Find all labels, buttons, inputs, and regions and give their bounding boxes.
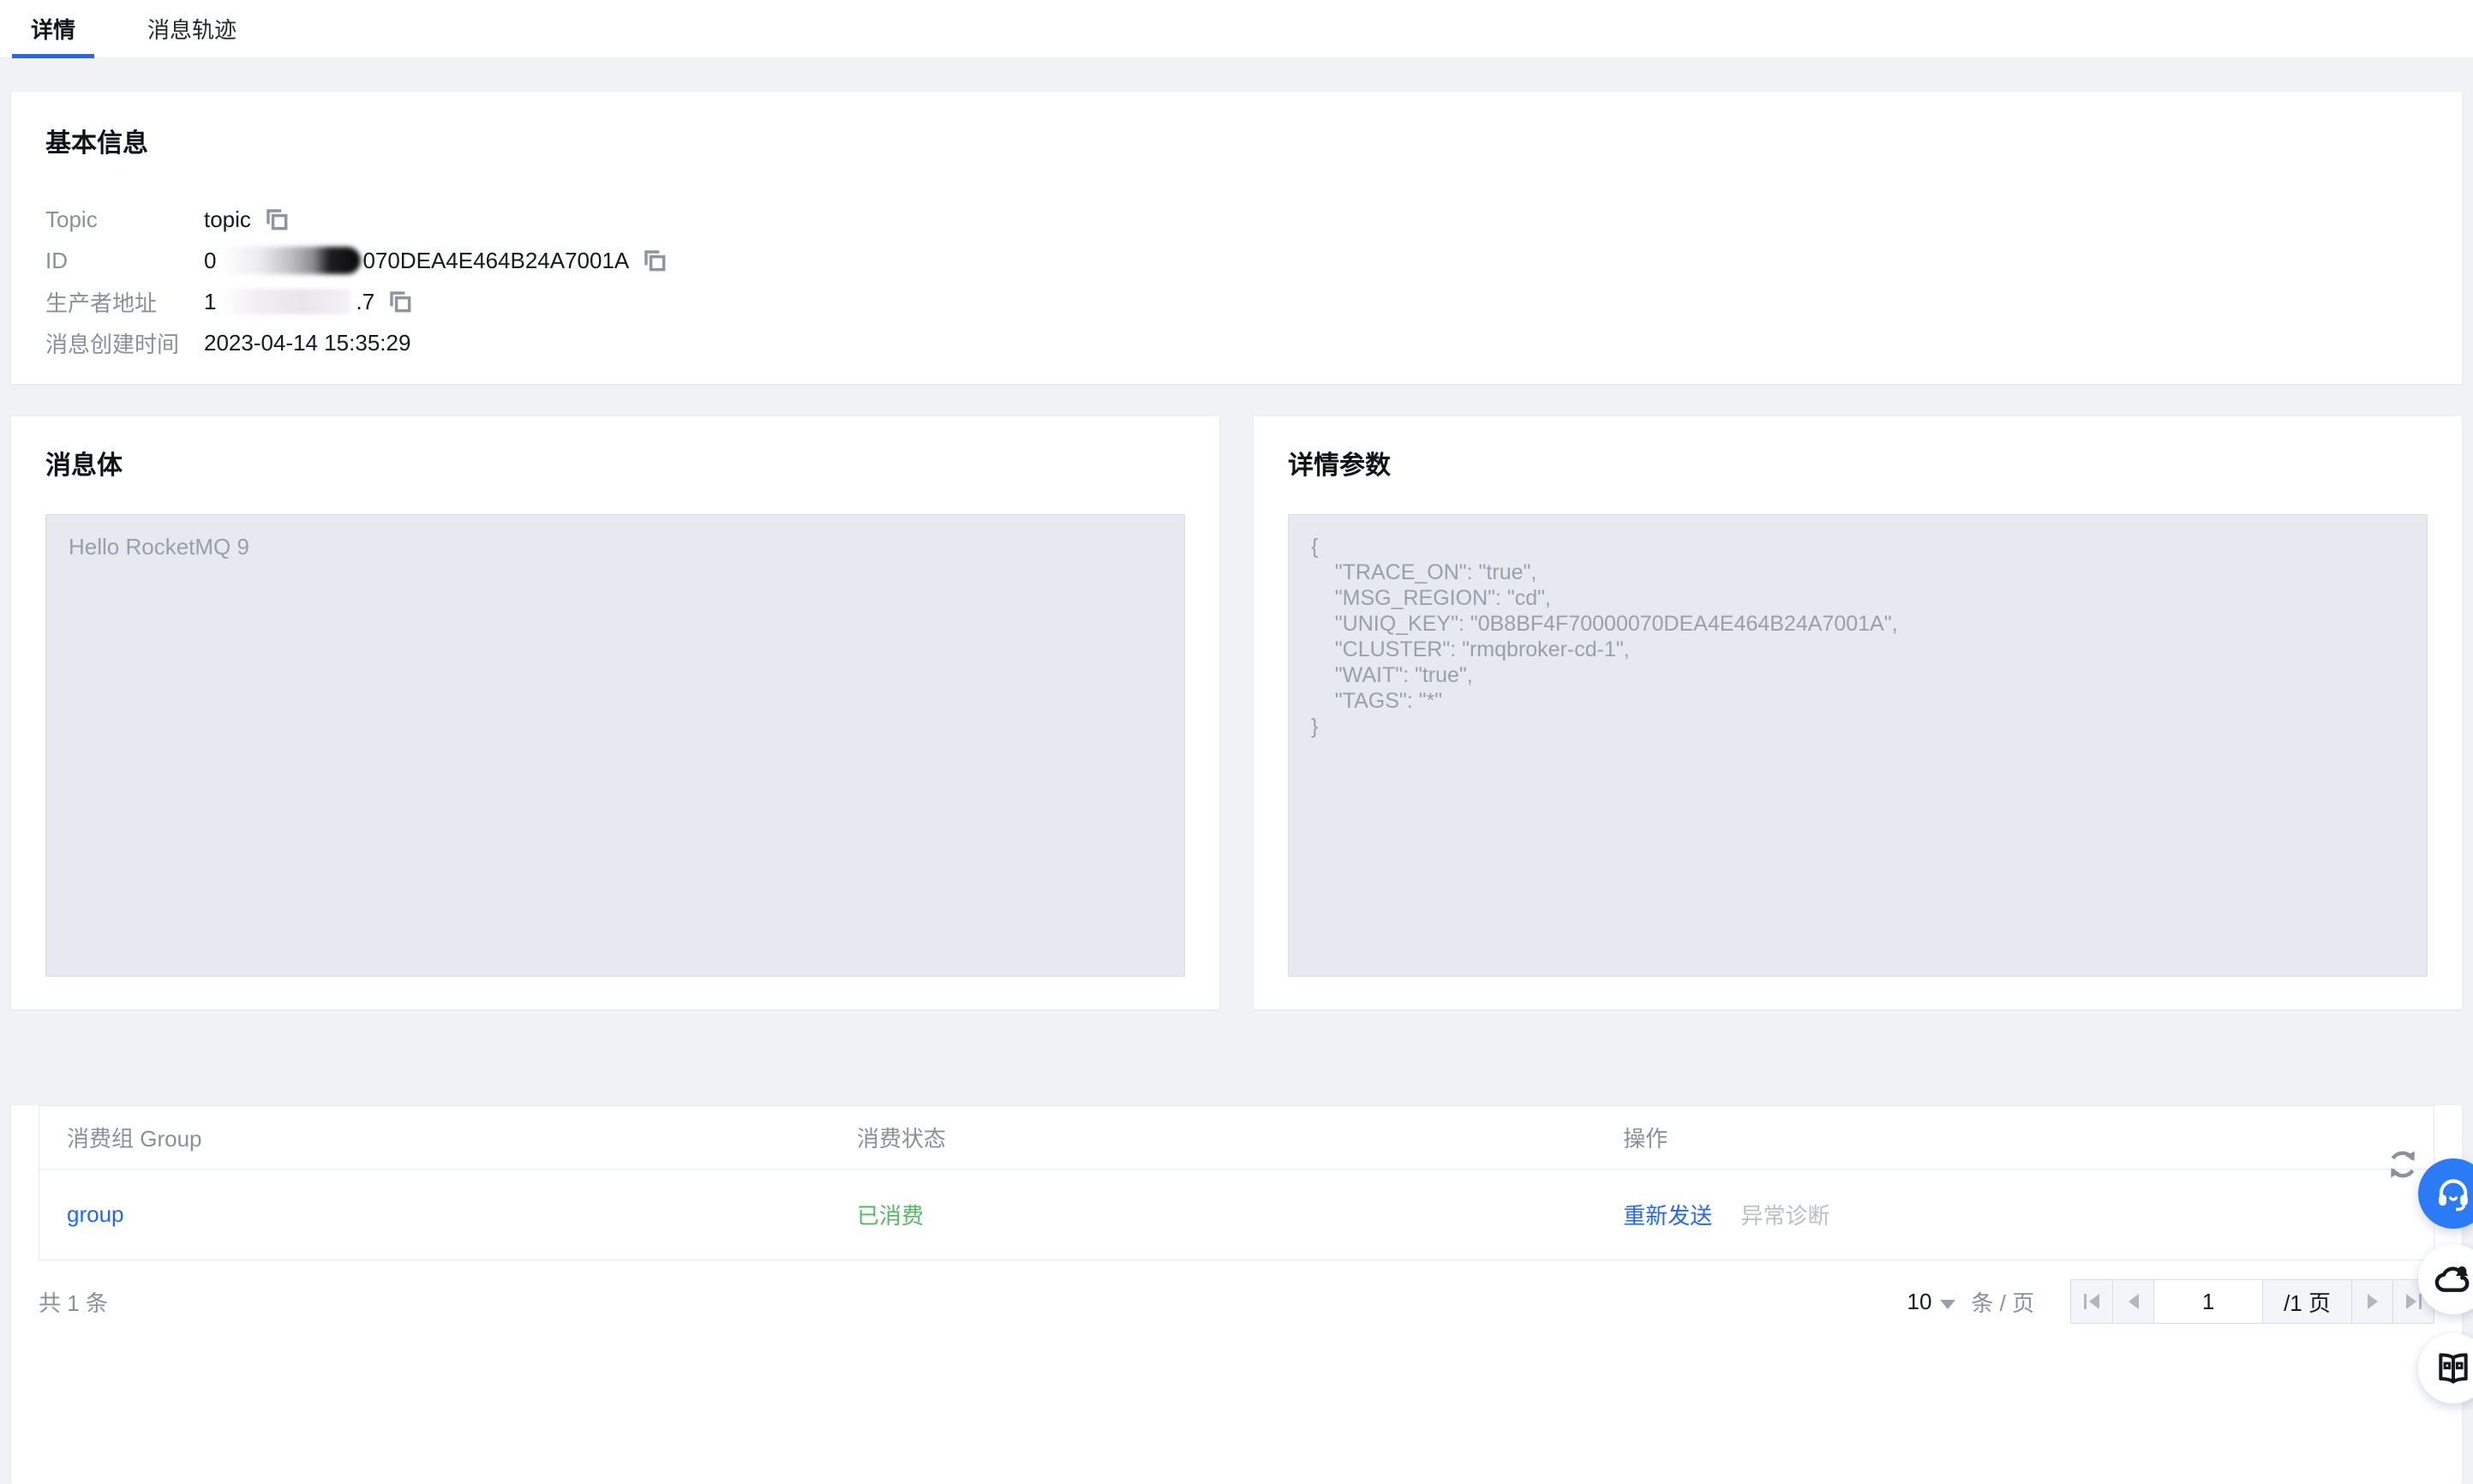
consumer-group-table: 消费组 Group 消费状态 操作 group 已消费 重新发送 异常诊断 [39, 1105, 2434, 1260]
prev-page-button[interactable] [2112, 1280, 2153, 1323]
consumer-group-link[interactable]: group [67, 1201, 124, 1227]
producer-address-label: 生产者地址 [45, 286, 204, 318]
page-size-select[interactable]: 10 [1907, 1289, 1955, 1315]
id-redacted-blur [220, 247, 361, 274]
id-value-suffix: 070DEA4E464B24A7001A [362, 248, 629, 274]
basic-info-card: 基本信息 Topic topic ID 0 [11, 92, 2462, 384]
per-page-label: 条 / 页 [1971, 1286, 2034, 1318]
tab-detail-label: 详情 [31, 13, 75, 45]
detail-params-box[interactable]: { "TRACE_ON": "true", "MSG_REGION": "cd"… [1288, 514, 2428, 977]
field-created-time: 消息创建时间 2023-04-14 15:35:29 [45, 322, 2428, 363]
tab-detail[interactable]: 详情 [12, 0, 94, 57]
diagnose-action-disabled[interactable]: 异常诊断 [1740, 1203, 1829, 1229]
id-value-prefix: 0 [204, 248, 216, 274]
message-body-box[interactable]: Hello RocketMQ 9 [45, 514, 1185, 977]
message-body-title: 消息体 [45, 452, 1185, 480]
producer-address-prefix: 1 [204, 289, 216, 315]
refresh-icon[interactable] [2385, 1146, 2421, 1182]
headset-icon [2434, 1174, 2473, 1213]
copy-icon[interactable] [641, 247, 668, 274]
total-count-text: 共 1 条 [39, 1286, 108, 1318]
first-page-button[interactable] [2071, 1280, 2112, 1323]
topic-label: Topic [45, 206, 204, 233]
cloud-bell-icon [2434, 1260, 2473, 1299]
copy-icon[interactable] [263, 206, 290, 233]
column-consumer-group: 消费组 Group [39, 1106, 829, 1170]
current-page-input[interactable]: 1 [2153, 1280, 2262, 1323]
page-size-value: 10 [1907, 1289, 1931, 1315]
tab-message-trace-label: 消息轨迹 [147, 13, 237, 45]
consume-status-value: 已消费 [857, 1203, 924, 1229]
topic-value: topic [204, 206, 251, 233]
pagination: 10 条 / 页 1 /1 页 [1907, 1279, 2434, 1324]
middle-cards-row: 消息体 Hello RocketMQ 9 详情参数 { "TRACE_ON": … [11, 416, 2462, 1009]
message-body-content: Hello RocketMQ 9 [69, 534, 249, 559]
basic-info-title: 基本信息 [45, 130, 2428, 158]
created-time-label: 消息创建时间 [45, 327, 204, 359]
id-label: ID [45, 248, 204, 274]
detail-params-title: 详情参数 [1288, 452, 2428, 480]
column-actions: 操作 [1596, 1106, 2434, 1170]
table-header-row: 消费组 Group 消费状态 操作 [39, 1106, 2434, 1170]
table-footer: 共 1 条 10 条 / 页 1 [39, 1279, 2434, 1324]
resend-action-link[interactable]: 重新发送 [1623, 1203, 1712, 1229]
producer-address-redacted-blur [220, 289, 350, 314]
tab-message-trace[interactable]: 消息轨迹 [129, 0, 255, 57]
page-content: 基本信息 Topic topic ID 0 [0, 58, 2473, 1484]
last-page-icon [2406, 1294, 2416, 1309]
field-producer-address: 生产者地址 1 .7 [45, 281, 2428, 322]
field-topic: Topic topic [45, 199, 2428, 240]
column-consume-status: 消费状态 [829, 1106, 1596, 1170]
detail-params-card: 详情参数 { "TRACE_ON": "true", "MSG_REGION":… [1254, 416, 2462, 1009]
pager-buttons: 1 /1 页 [2070, 1279, 2434, 1324]
basic-info-fields: Topic topic ID 0 070DEA4E464B24 [45, 199, 2428, 363]
field-id: ID 0 070DEA4E464B24A7001A [45, 240, 2428, 281]
tab-bar: 详情 消息轨迹 [0, 0, 2473, 58]
created-time-value: 2023-04-14 15:35:29 [204, 330, 410, 356]
copy-icon[interactable] [386, 288, 414, 315]
table-row: group 已消费 重新发送 异常诊断 [39, 1170, 2434, 1260]
first-page-icon [2084, 1294, 2087, 1309]
next-page-icon [2368, 1294, 2378, 1309]
next-page-button[interactable] [2351, 1280, 2392, 1323]
caret-down-icon [1940, 1300, 1955, 1309]
message-body-card: 消息体 Hello RocketMQ 9 [11, 416, 1219, 1009]
open-book-icon [2434, 1349, 2472, 1387]
page-total-label: /1 页 [2262, 1280, 2351, 1323]
consumer-group-card: 消费组 Group 消费状态 操作 group 已消费 重新发送 异常诊断 共 … [11, 1105, 2462, 1484]
producer-address-suffix: .7 [356, 289, 374, 315]
current-page-value: 1 [2202, 1289, 2214, 1315]
prev-page-icon [2129, 1294, 2139, 1309]
